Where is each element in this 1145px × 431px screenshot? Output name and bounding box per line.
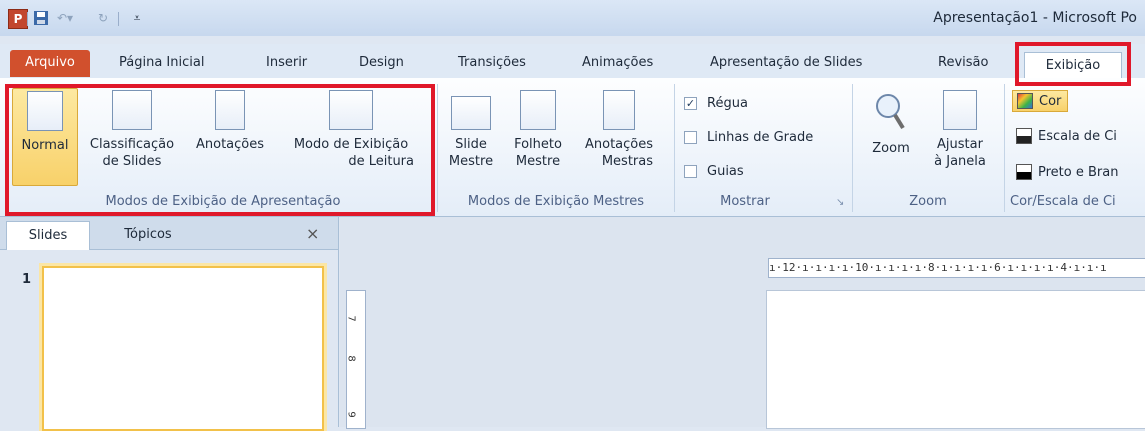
- black-white-button[interactable]: Preto e Bran: [1016, 164, 1118, 180]
- handout-master-label-2: Mestre: [515, 154, 561, 169]
- notes-master-label-1: Anotações: [584, 137, 654, 152]
- slide-master-icon: [451, 96, 491, 130]
- vertical-ruler: 7 8 9: [346, 290, 366, 429]
- color-label: Cor: [1039, 93, 1062, 109]
- group-label-cor: Cor/Escala de Ci: [1010, 194, 1116, 209]
- group-label-mostrar: Mostrar: [720, 194, 770, 209]
- tab-apresentacao-de-slides[interactable]: Apresentação de Slides: [704, 50, 868, 76]
- close-icon[interactable]: ×: [306, 224, 319, 243]
- slide-canvas[interactable]: [766, 290, 1145, 429]
- handout-master-label-1: Folheto: [514, 137, 562, 152]
- slide-thumbnail[interactable]: [42, 266, 324, 431]
- window-title: Apresentação1 - Microsoft Po: [933, 10, 1137, 26]
- qat-separator: [27, 12, 28, 26]
- customize-qat-icon[interactable]: ⩡: [128, 9, 146, 27]
- guides-checkbox-row[interactable]: Guias: [684, 164, 744, 179]
- group-separator: [674, 84, 675, 212]
- group-separator: [852, 84, 853, 212]
- guides-label: Guias: [707, 164, 744, 179]
- vertical-ruler-tick: 9: [345, 411, 357, 418]
- handout-master-icon: [520, 90, 556, 130]
- tab-topicos[interactable]: Tópicos: [92, 221, 204, 249]
- notes-master-icon: [603, 90, 635, 130]
- vertical-ruler-tick: 7: [345, 315, 357, 322]
- slide-number: 1: [22, 272, 32, 287]
- tab-revisao[interactable]: Revisão: [932, 50, 994, 76]
- tab-pagina-inicial[interactable]: Página Inicial: [113, 50, 210, 76]
- slide-master-button[interactable]: Slide Mestre: [441, 88, 501, 184]
- ruler-label: Régua: [707, 96, 748, 111]
- group-label-modos-mestres: Modos de Exibição Mestres: [467, 194, 645, 209]
- grayscale-button[interactable]: Escala de Ci: [1016, 128, 1117, 144]
- undo-icon[interactable]: ↶▾: [56, 9, 74, 27]
- notes-master-label-2: Mestras: [601, 154, 653, 169]
- qat-separator: [118, 12, 119, 26]
- highlight-box-exibicao-tab: [1015, 42, 1131, 86]
- vertical-ruler-tick: 8: [345, 355, 357, 362]
- tab-slides[interactable]: Slides: [6, 221, 90, 250]
- handout-master-button[interactable]: Folheto Mestre: [503, 88, 573, 184]
- title-bar: P ↶▾ ↻ ⩡ Apresentação1 - Microsoft Po: [0, 0, 1145, 36]
- ruler-checkbox-row[interactable]: ✓ Régua: [684, 96, 748, 111]
- gridlines-checkbox-row[interactable]: Linhas de Grade: [684, 130, 813, 145]
- tab-inserir[interactable]: Inserir: [260, 50, 313, 76]
- powerpoint-app-icon[interactable]: P: [8, 9, 28, 29]
- horizontal-ruler: ı·12·ı·ı·ı·ı·10·ı·ı·ı·ı·8·ı·ı·ı·ı·6·ı·ı·…: [768, 258, 1145, 278]
- tab-design[interactable]: Design: [353, 50, 410, 76]
- tab-transicoes[interactable]: Transições: [452, 50, 532, 76]
- redo-icon[interactable]: ↻: [94, 9, 112, 27]
- ruler-checkbox[interactable]: ✓: [684, 97, 697, 110]
- dialog-launcher-icon[interactable]: ↘: [836, 197, 844, 208]
- tab-animacoes[interactable]: Animações: [576, 50, 659, 76]
- black-white-label: Preto e Bran: [1038, 164, 1119, 180]
- magnifier-icon: [873, 92, 909, 132]
- notes-master-button[interactable]: Anotações Mestras: [575, 88, 663, 184]
- color-button[interactable]: Cor: [1012, 90, 1069, 112]
- group-separator: [1004, 84, 1005, 212]
- slide-master-label-1: Slide: [455, 137, 487, 152]
- highlight-box-view-modes: [5, 84, 435, 216]
- zoom-label: Zoom: [872, 141, 910, 156]
- grayscale-label: Escala de Ci: [1038, 128, 1117, 144]
- color-swatch-icon: [1017, 93, 1033, 109]
- gridlines-label: Linhas de Grade: [707, 130, 814, 145]
- save-icon[interactable]: [32, 9, 50, 27]
- gridlines-checkbox[interactable]: [684, 131, 697, 144]
- zoom-button[interactable]: Zoom: [862, 88, 920, 184]
- slide-master-label-2: Mestre: [448, 154, 494, 169]
- group-label-zoom: Zoom: [909, 194, 947, 209]
- fit-to-window-label-2: à Janela: [934, 154, 986, 169]
- tab-arquivo[interactable]: Arquivo: [10, 50, 90, 77]
- grayscale-swatch-icon: [1016, 128, 1032, 144]
- group-separator: [437, 84, 438, 212]
- guides-checkbox[interactable]: [684, 165, 697, 178]
- black-white-swatch-icon: [1016, 164, 1032, 180]
- fit-to-window-button[interactable]: Ajustar à Janela: [922, 88, 998, 184]
- fit-to-window-label-1: Ajustar: [937, 137, 983, 152]
- fit-to-window-icon: [943, 90, 977, 130]
